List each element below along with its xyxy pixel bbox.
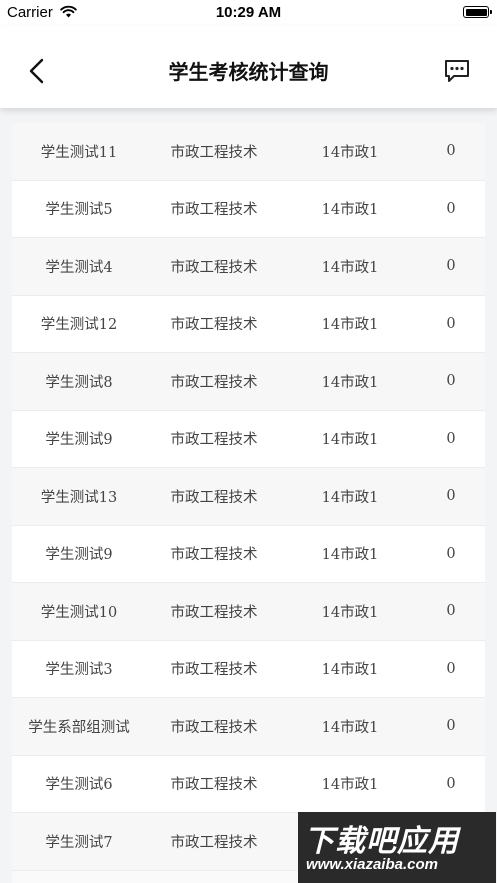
table-row[interactable]: 学生测试9 市政工程技术 14市政1 0 [12, 410, 485, 468]
major: 市政工程技术 [170, 489, 258, 506]
table-row[interactable]: 学生测试10 市政工程技术 14市政1 0 [12, 583, 485, 641]
watermark-title: 下载吧应用 [304, 824, 459, 859]
table-row[interactable]: 学生测试12 市政工程技术 14市政1 0 [12, 295, 485, 353]
class-name: 14市政1 [321, 489, 379, 506]
student-name: 学生测试9 [45, 432, 113, 449]
student-name: 学生系部组测试 [28, 719, 130, 736]
student-name: 学生测试4 [45, 259, 113, 276]
class-name: 14市政1 [321, 144, 379, 161]
class-name: 14市政1 [321, 317, 379, 334]
class-name: 14市政1 [321, 547, 379, 564]
student-name: 学生测试7 [45, 834, 113, 851]
table-row[interactable]: 学生测试13 市政工程技术 14市政1 0 [12, 468, 485, 526]
battery-icon [463, 6, 492, 18]
student-name: 学生测试13 [40, 489, 118, 506]
major: 市政工程技术 [170, 432, 258, 449]
count: 0 [446, 315, 456, 332]
class-name: 14市政1 [321, 202, 379, 219]
student-name: 学生测试8 [45, 374, 113, 391]
class-name: 14市政1 [321, 777, 379, 794]
count: 0 [446, 775, 456, 792]
count: 0 [446, 143, 456, 160]
count: 0 [446, 660, 456, 677]
table-row[interactable]: 学生测试4 市政工程技术 14市政1 0 [12, 238, 485, 296]
count: 0 [446, 373, 456, 390]
major: 市政工程技术 [170, 777, 258, 794]
page-title: 学生考核统计查询 [168, 60, 329, 84]
major: 市政工程技术 [170, 719, 258, 736]
major: 市政工程技术 [170, 259, 258, 276]
table-row[interactable]: 学生测试6 市政工程技术 14市政1 0 [12, 755, 485, 813]
major: 市政工程技术 [170, 604, 258, 621]
count: 0 [446, 258, 456, 275]
table-row[interactable]: 学生测试11 市政工程技术 14市政1 0 [12, 123, 485, 181]
count: 0 [446, 200, 456, 217]
student-name: 学生测试12 [40, 317, 118, 334]
table-row[interactable]: 学生测试9 市政工程技术 14市政1 0 [12, 525, 485, 583]
message-icon[interactable] [443, 58, 471, 84]
watermark-logo: 下载吧应用 www.xiazaiba.com [298, 812, 496, 883]
class-name: 14市政1 [321, 259, 379, 276]
major: 市政工程技术 [170, 547, 258, 564]
table-row[interactable]: 学生测试5 市政工程技术 14市政1 0 [12, 180, 485, 238]
major: 市政工程技术 [170, 662, 258, 679]
student-name: 学生测试3 [45, 662, 113, 679]
table-row[interactable]: 学生测试3 市政工程技术 14市政1 0 [12, 640, 485, 698]
table-row[interactable]: 学生测试8 市政工程技术 14市政1 0 [12, 353, 485, 411]
major: 市政工程技术 [170, 144, 258, 161]
count: 0 [446, 718, 456, 735]
student-name: 学生测试6 [45, 777, 113, 794]
clock: 10:29 AM [215, 4, 282, 21]
student-name: 学生测试10 [40, 604, 118, 621]
table-row[interactable]: 学生系部组测试 市政工程技术 14市政1 0 [12, 698, 485, 756]
count: 0 [446, 603, 456, 620]
major: 市政工程技术 [170, 834, 258, 851]
class-name: 14市政1 [321, 719, 379, 736]
student-name: 学生测试5 [45, 202, 113, 219]
student-name: 学生测试11 [40, 144, 118, 161]
class-name: 14市政1 [321, 374, 379, 391]
count: 0 [446, 430, 456, 447]
watermark-url: www.xiazaiba.com [306, 856, 438, 873]
class-name: 14市政1 [321, 604, 379, 621]
class-name: 14市政1 [321, 432, 379, 449]
student-list[interactable]: 学生测试11 市政工程技术 14市政1 0 学生测试5 市政工程技术 14市政1… [12, 123, 485, 883]
count: 0 [446, 545, 456, 562]
major: 市政工程技术 [170, 374, 258, 391]
student-name: 学生测试9 [45, 547, 113, 564]
navigation-bar: 学生考核统计查询 [0, 26, 497, 108]
major: 市政工程技术 [170, 317, 258, 334]
count: 0 [446, 488, 456, 505]
status-bar: Carrier 10:29 AM [0, 0, 497, 26]
major: 市政工程技术 [170, 202, 258, 219]
class-name: 14市政1 [321, 662, 379, 679]
